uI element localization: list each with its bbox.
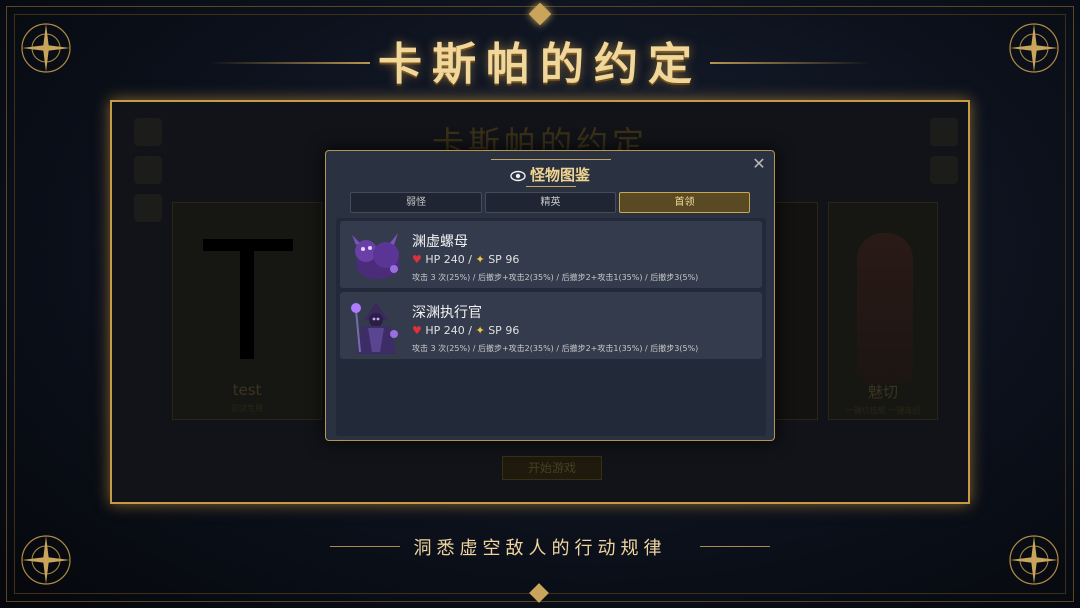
modal-title: 怪物图鉴 — [326, 164, 774, 185]
sp-value: SP 96 — [488, 324, 520, 337]
music-icon[interactable] — [930, 118, 958, 146]
promo-title: 卡斯帕的约定 — [378, 39, 702, 90]
action-pattern: 攻击 3 次(25%) / 后撤步+攻击2(35%) / 后撤步2+攻击1(35… — [412, 344, 699, 353]
monster-name: 渊虚螺母 — [412, 234, 468, 250]
monster-tier-tabs: 弱怪 精英 首领 — [350, 192, 750, 213]
close-button[interactable]: ✕ — [750, 155, 768, 173]
promo-stage: 卡斯帕的约定 卡斯帕的约定 test 测试专用 魅切 一键切技能 一键连招 开始… — [0, 0, 1080, 608]
beast-portrait-icon — [352, 233, 400, 279]
header-underline — [526, 186, 576, 187]
list-item[interactable]: 深渊执行官 ♥ HP 240 / ✦ SP 96 攻击 3 次(25%) / 后… — [340, 292, 762, 359]
character-figure-icon — [857, 233, 913, 383]
card-label: 魅切 — [867, 383, 898, 401]
eye-icon — [510, 170, 526, 182]
card-letter-icon — [203, 239, 293, 359]
mage-portrait-icon — [351, 302, 398, 354]
monster-stats: ♥ HP 240 / ✦ SP 96 — [412, 253, 519, 266]
sp-value: SP 96 — [488, 253, 520, 266]
hp-value: HP 240 / — [425, 253, 472, 266]
monster-name: 深渊执行官 — [412, 305, 482, 321]
start-game-button[interactable]: 开始游戏 — [502, 456, 602, 480]
action-pattern: 攻击 3 次(25%) / 后撤步+攻击2(35%) / 后撤步2+攻击1(35… — [412, 273, 699, 282]
book-icon[interactable] — [134, 118, 162, 146]
hp-value: HP 240 / — [425, 324, 472, 337]
heart-icon: ♥ — [412, 253, 422, 266]
promo-subtitle: 洞悉虚空敌人的行动规律 — [413, 538, 667, 559]
monster-stats: ♥ HP 240 / ✦ SP 96 — [412, 324, 519, 337]
monster-compendium-modal: 怪物图鉴 ✕ 弱怪 精英 首领 渊虚螺母 ♥ HP 240 / ✦ SP 96 … — [325, 150, 775, 441]
figure-icon[interactable] — [134, 194, 162, 222]
card-sub: 一键切技能 一键连招 — [845, 406, 921, 415]
settings-icon[interactable] — [930, 156, 958, 184]
character-card-hidden[interactable] — [774, 202, 818, 420]
tab-weak[interactable]: 弱怪 — [350, 192, 482, 213]
sparkle-icon: ✦ — [475, 253, 485, 266]
skull-icon[interactable] — [134, 156, 162, 184]
monster-list: 渊虚螺母 ♥ HP 240 / ✦ SP 96 攻击 3 次(25%) / 后撤… — [336, 218, 766, 436]
tab-elite[interactable]: 精英 — [485, 192, 616, 213]
character-card-test[interactable]: test 测试专用 — [172, 202, 322, 420]
card-label: test — [232, 381, 262, 399]
tab-boss[interactable]: 首领 — [619, 192, 750, 213]
modal-title-text: 怪物图鉴 — [529, 166, 590, 184]
heart-icon: ♥ — [412, 324, 422, 337]
card-sub: 测试专用 — [231, 404, 263, 413]
list-item[interactable]: 渊虚螺母 ♥ HP 240 / ✦ SP 96 攻击 3 次(25%) / 后撤… — [340, 221, 762, 288]
modal-header: 怪物图鉴 ✕ — [326, 151, 774, 191]
character-card-meiqie[interactable]: 魅切 一键切技能 一键连招 — [828, 202, 938, 420]
header-divider — [491, 159, 611, 160]
sparkle-icon: ✦ — [475, 324, 485, 337]
